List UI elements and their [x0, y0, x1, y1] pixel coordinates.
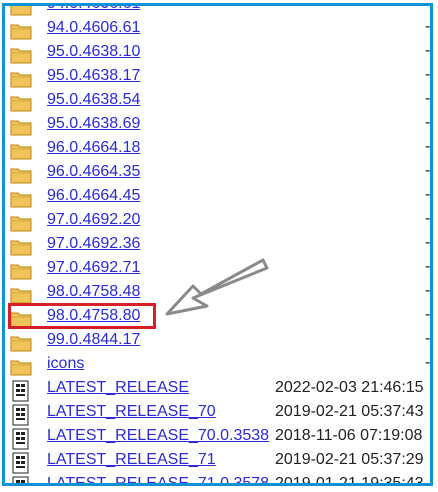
size-value: -	[425, 6, 430, 12]
entry-link[interactable]: LATEST_RELEASE_70	[47, 403, 216, 421]
folder-icon	[10, 212, 32, 232]
list-item[interactable]: 97.0.4692.20 -	[5, 210, 431, 234]
entry-link[interactable]: 96.0.4664.45	[47, 187, 140, 205]
entry-link[interactable]: 94.0.4606.61	[47, 19, 140, 37]
entry-link[interactable]: 95.0.4638.54	[47, 91, 140, 109]
entry-link[interactable]: 95.0.4638.10	[47, 43, 140, 61]
list-item[interactable]: 97.0.4692.36 -	[5, 234, 431, 258]
folder-icon	[10, 356, 32, 376]
entry-link[interactable]: LATEST_RELEASE_71.0.3578	[47, 475, 269, 483]
size-value: -	[425, 90, 431, 107]
folder-icon	[10, 164, 32, 184]
list-item[interactable]: 96.0.4664.18 -	[5, 138, 431, 162]
modified-date: 2022-02-03 21:46:15	[275, 379, 424, 396]
list-item[interactable]: 99.0.4844.17 -	[5, 330, 431, 354]
entry-link[interactable]: LATEST_RELEASE_71	[47, 451, 216, 469]
entry-link[interactable]: 97.0.4692.71	[47, 259, 140, 277]
list-item[interactable]: 95.0.4638.54 -	[5, 90, 431, 114]
document-icon	[10, 380, 32, 402]
entry-link[interactable]: 98.0.4758.48	[47, 283, 140, 301]
size-value: -	[425, 186, 431, 203]
size-value: -	[425, 42, 431, 59]
list-item[interactable]: icons -	[5, 354, 431, 378]
list-item[interactable]: LATEST_RELEASE_70 2019-02-21 05:37:43	[5, 402, 430, 426]
entry-link[interactable]: 95.0.4638.69	[47, 115, 140, 133]
folder-icon	[10, 284, 32, 304]
folder-icon	[10, 236, 32, 256]
list-item[interactable]: 95.0.4638.10 -	[5, 42, 431, 66]
size-value: -	[425, 354, 431, 371]
document-icon	[10, 476, 32, 483]
size-value: -	[425, 66, 431, 83]
size-value: -	[425, 162, 431, 179]
folder-icon	[10, 116, 32, 136]
list-item[interactable]: 95.0.4638.69 -	[5, 114, 431, 138]
size-value: -	[425, 306, 431, 323]
modified-date: 2019-01-21 19:35:43	[275, 475, 424, 486]
entry-link[interactable]: 96.0.4664.18	[47, 139, 140, 157]
document-icon	[10, 404, 32, 426]
folder-icon	[10, 44, 32, 64]
list-item[interactable]: LATEST_RELEASE 2022-02-03 21:46:15	[5, 378, 430, 402]
folder-icon	[10, 6, 32, 16]
size-value: -	[425, 330, 431, 347]
size-value: -	[425, 138, 431, 155]
modified-date: 2018-11-06 07:19:08	[275, 427, 423, 444]
list-item[interactable]: LATEST_RELEASE_70.0.3538 2018-11-06 07:19…	[5, 426, 430, 450]
entry-link[interactable]: icons	[47, 355, 84, 373]
list-item[interactable]: 94.0.4606.61 -	[5, 6, 430, 18]
folder-icon	[10, 140, 32, 160]
folder-icon	[10, 332, 32, 352]
list-item[interactable]: 97.0.4692.71 -	[5, 258, 431, 282]
entry-link[interactable]: 97.0.4692.20	[47, 211, 140, 229]
size-value: -	[425, 18, 431, 35]
highlight-box	[8, 303, 156, 329]
entry-link[interactable]: 95.0.4638.17	[47, 67, 140, 85]
entry-link[interactable]: 96.0.4664.35	[47, 163, 140, 181]
list-item[interactable]: 95.0.4638.17 -	[5, 66, 431, 90]
entry-link[interactable]: LATEST_RELEASE	[47, 379, 189, 397]
size-value: -	[425, 114, 431, 131]
size-value: -	[425, 234, 431, 251]
modified-date: 2019-02-21 05:37:43	[275, 403, 424, 420]
directory-listing-frame: 94.0.4606.61-94.0.4606.61-95.0.4638.10-9…	[2, 3, 433, 486]
size-value: -	[425, 210, 431, 227]
modified-date: 2019-02-21 05:37:29	[275, 451, 424, 468]
document-icon	[10, 428, 32, 450]
list-item[interactable]: LATEST_RELEASE_71 2019-02-21 05:37:29	[5, 450, 430, 474]
document-icon	[10, 452, 32, 474]
list-item[interactable]: 96.0.4664.35 -	[5, 162, 431, 186]
folder-icon	[10, 20, 32, 40]
list-item[interactable]: 96.0.4664.45 -	[5, 186, 431, 210]
folder-icon	[10, 92, 32, 112]
entry-link[interactable]: 94.0.4606.61	[47, 6, 140, 13]
folder-icon	[10, 68, 32, 88]
size-value: -	[425, 282, 431, 299]
entry-link[interactable]: 97.0.4692.36	[47, 235, 140, 253]
folder-icon	[10, 188, 32, 208]
list-item[interactable]: LATEST_RELEASE_71.0.3578 2019-01-21 19:35…	[5, 474, 430, 486]
size-value: -	[425, 258, 431, 275]
entry-link[interactable]: LATEST_RELEASE_70.0.3538	[47, 427, 269, 445]
list-item[interactable]: 94.0.4606.61 -	[5, 18, 431, 42]
folder-icon	[10, 260, 32, 280]
entry-link[interactable]: 99.0.4844.17	[47, 331, 140, 349]
